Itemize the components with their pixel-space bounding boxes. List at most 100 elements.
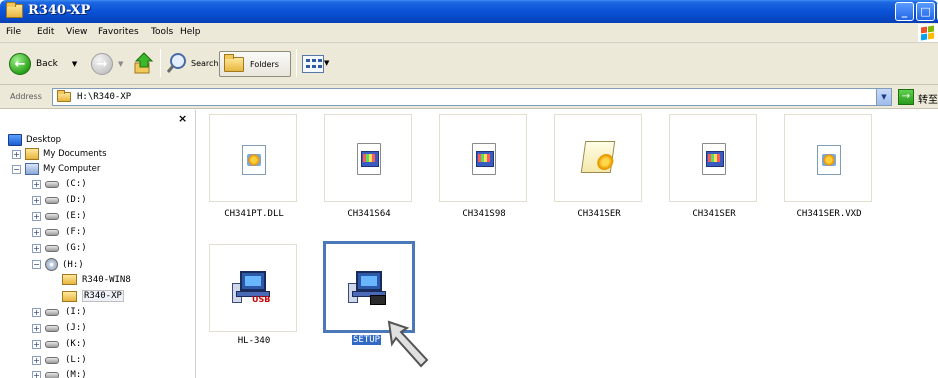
up-folder-icon [134, 52, 154, 74]
expand-icon[interactable]: + [32, 211, 41, 221]
file-name-selected[interactable]: SETUP [352, 335, 382, 345]
file-thumbnail[interactable] [439, 114, 527, 202]
file-thumbnail[interactable] [554, 114, 642, 202]
forward-dropdown-icon[interactable]: ▼ [118, 60, 123, 68]
tree-label: (K:) [65, 339, 87, 349]
drive-icon [45, 228, 59, 236]
up-folder-button[interactable] [134, 51, 154, 75]
tree-item-drive-g[interactable]: + (G:) [32, 243, 87, 253]
drive-icon [45, 244, 59, 252]
desktop-icon [8, 134, 22, 146]
title-bar[interactable]: R340-XP _ □ × [0, 0, 938, 23]
tree-label: My Documents [43, 149, 107, 159]
file-name[interactable]: CH341S98 [424, 209, 544, 219]
tree-item-r340-win8[interactable]: R340-WIN8 [62, 274, 131, 285]
drive-icon [45, 196, 59, 204]
address-label: Address [10, 92, 42, 101]
file-thumbnail[interactable] [209, 114, 297, 202]
forward-arrow-icon: → [91, 53, 113, 75]
tree-item-drive-f[interactable]: + (F:) [32, 227, 87, 237]
menu-view[interactable]: View [66, 27, 87, 37]
menu-help[interactable]: Help [180, 27, 201, 37]
expand-icon[interactable]: + [32, 179, 41, 189]
toolbar-separator [160, 49, 161, 77]
minimize-button[interactable]: _ [895, 2, 914, 21]
file-name[interactable]: CH341SER.VXD [769, 209, 889, 219]
drive-icon [45, 212, 59, 220]
folder-icon [6, 2, 23, 18]
expand-icon[interactable]: + [32, 339, 41, 349]
file-thumbnail[interactable] [324, 114, 412, 202]
tree-item-drive-j[interactable]: + (J:) [32, 323, 87, 333]
expand-icon[interactable]: + [32, 243, 41, 253]
tree-label: Desktop [26, 135, 62, 145]
file-name[interactable]: CH341SER [654, 209, 774, 219]
tree-label: R340-WIN8 [82, 274, 131, 285]
drive-icon [45, 371, 59, 378]
tree-label: (M:) [65, 370, 87, 378]
tree-label: (J:) [65, 323, 87, 333]
menu-edit[interactable]: Edit [37, 27, 54, 37]
tree-item-drive-h[interactable]: − (H:) [32, 258, 84, 271]
tree-label: (G:) [65, 243, 87, 253]
tree-item-drive-k[interactable]: + (K:) [32, 339, 87, 349]
views-dropdown-icon[interactable]: ▼ [324, 59, 329, 67]
file-name[interactable]: CH341S64 [309, 209, 429, 219]
expand-icon[interactable]: + [32, 195, 41, 205]
file-name[interactable]: HL-340 [194, 336, 314, 346]
tree-label: (I:) [65, 307, 87, 317]
tree-item-drive-d[interactable]: + (D:) [32, 195, 87, 205]
search-button[interactable]: Search [166, 52, 218, 74]
tree-item-drive-i[interactable]: + (I:) [32, 307, 87, 317]
expand-icon[interactable]: + [32, 370, 41, 378]
close-pane-icon[interactable]: × [178, 112, 187, 125]
my-documents-icon [25, 148, 39, 160]
search-label: Search [191, 58, 219, 68]
maximize-button[interactable]: □ [916, 2, 935, 21]
expand-icon[interactable]: + [32, 307, 41, 317]
toolbar-separator [296, 49, 297, 77]
tree-item-drive-l[interactable]: + (L:) [32, 355, 87, 365]
toolbar: ← Back ▼ → ▼ Search Folders ▼ [0, 43, 938, 85]
file-thumbnail[interactable] [669, 114, 757, 202]
expand-icon[interactable]: + [32, 227, 41, 237]
forward-button[interactable]: → ▼ [91, 53, 123, 75]
tree-item-drive-e[interactable]: + (E:) [32, 211, 87, 221]
address-input[interactable]: H:\R340-XP ▼ [52, 88, 892, 106]
menu-file[interactable]: File [6, 27, 21, 37]
tree-item-my-documents[interactable]: + My Documents [12, 148, 107, 160]
expand-icon[interactable]: + [32, 323, 41, 333]
system-file-icon [472, 143, 496, 175]
collapse-icon[interactable]: − [12, 164, 21, 174]
go-arrow-icon[interactable]: → [898, 89, 914, 105]
menu-tools[interactable]: Tools [151, 27, 173, 37]
tree-item-drive-c[interactable]: + (C:) [32, 179, 87, 189]
tree-label-selected: R340-XP [82, 290, 124, 302]
file-thumbnail[interactable]: USB [209, 244, 297, 332]
file-name[interactable]: CH341PT.DLL [194, 209, 314, 219]
menu-favorites[interactable]: Favorites [98, 27, 139, 37]
drive-icon [45, 180, 59, 188]
go-button[interactable]: 转至 [918, 91, 938, 106]
back-button[interactable]: ← Back ▼ [9, 53, 77, 75]
expand-icon[interactable]: + [12, 149, 21, 159]
file-view: CH341PT.DLL CH341S64 CH341S98 CH341SER C… [197, 110, 938, 378]
tree-item-desktop[interactable]: Desktop [8, 134, 61, 146]
pointer-arrow-icon [387, 320, 429, 368]
expand-icon[interactable]: + [32, 355, 41, 365]
back-dropdown-icon[interactable]: ▼ [72, 60, 77, 68]
file-name[interactable]: CH341SER [539, 209, 659, 219]
tree-item-r340-xp[interactable]: R340-XP [62, 290, 124, 302]
tree-item-my-computer[interactable]: − My Computer [12, 163, 100, 175]
address-dropdown-icon[interactable]: ▼ [876, 89, 891, 105]
my-computer-icon [25, 163, 39, 175]
folders-button[interactable]: Folders [219, 51, 291, 77]
cd-drive-icon [45, 258, 58, 271]
drive-icon [45, 340, 59, 348]
back-arrow-icon: ← [9, 53, 31, 75]
tree-item-drive-m[interactable]: + (M:) [32, 370, 87, 378]
file-thumbnail[interactable] [784, 114, 872, 202]
views-button[interactable] [302, 55, 324, 73]
address-bar: Address H:\R340-XP ▼ → 转至 [0, 85, 938, 109]
collapse-icon[interactable]: − [32, 260, 41, 269]
